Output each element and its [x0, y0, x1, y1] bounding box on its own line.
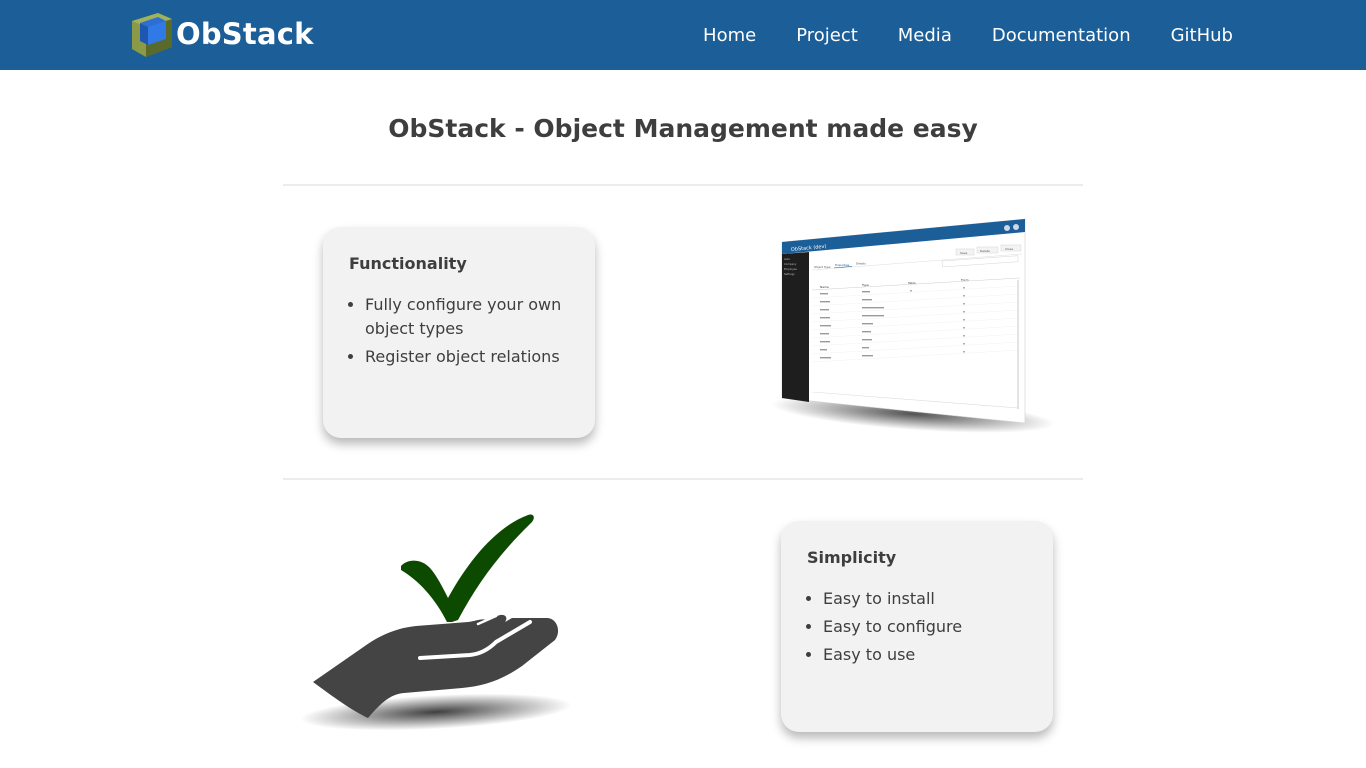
section-divider: [283, 478, 1083, 480]
main-nav: Home Project Media Documentation GitHub: [703, 0, 1233, 70]
nav-media[interactable]: Media: [898, 25, 952, 46]
screenshot-button-close: Close: [1005, 247, 1013, 251]
screenshot-tab: Object Type: [814, 265, 831, 269]
section-divider: [283, 184, 1083, 186]
screenshot-sidebar-item: Company: [784, 262, 797, 266]
screenshot-sidebar-item: Employee: [784, 267, 797, 271]
nav-project[interactable]: Project: [796, 25, 858, 46]
screenshot-tab: Details: [856, 262, 866, 266]
feature-item: Easy to use: [823, 643, 1027, 667]
screenshot-button-delete: Delete: [980, 249, 990, 253]
screenshot-tab: Properties: [835, 263, 850, 267]
page-title: ObStack - Object Management made easy: [388, 114, 978, 143]
screenshot-button-save: Save: [960, 251, 968, 255]
feature-item: Register object relations: [365, 345, 569, 369]
screenshot-column-header: Type: [861, 283, 869, 287]
feature-item: Fully configure your own object types: [365, 293, 569, 341]
brand[interactable]: ObStack: [128, 9, 314, 59]
hand-checkmark-icon: [300, 514, 572, 731]
nav-home[interactable]: Home: [703, 25, 756, 46]
feature-card-functionality: Functionality Fully configure your own o…: [323, 227, 595, 438]
feature-card-simplicity: Simplicity Easy to install Easy to confi…: [781, 521, 1053, 732]
screenshot-sidebar-item: Settings: [784, 272, 795, 276]
feature-card-title: Functionality: [349, 254, 467, 273]
obstack-cube-logo-icon: [132, 13, 172, 57]
app-screenshot-image: ObStack (dev) Lists Company Employee Set…: [771, 218, 1055, 433]
screenshot-sidebar-item: Lists: [784, 257, 791, 261]
screenshot-column-header: Name: [820, 285, 829, 289]
top-navbar: ObStack Home Project Media Documentation…: [0, 0, 1366, 70]
feature-card-title: Simplicity: [807, 548, 897, 567]
feature-item: Easy to install: [823, 587, 1027, 611]
brand-name: ObStack: [176, 17, 314, 51]
feature-item: Easy to configure: [823, 615, 1027, 639]
feature-list: Easy to install Easy to configure Easy t…: [807, 587, 1027, 667]
nav-documentation[interactable]: Documentation: [992, 25, 1131, 46]
nav-github[interactable]: GitHub: [1171, 25, 1233, 46]
feature-list: Fully configure your own object types Re…: [349, 293, 569, 369]
